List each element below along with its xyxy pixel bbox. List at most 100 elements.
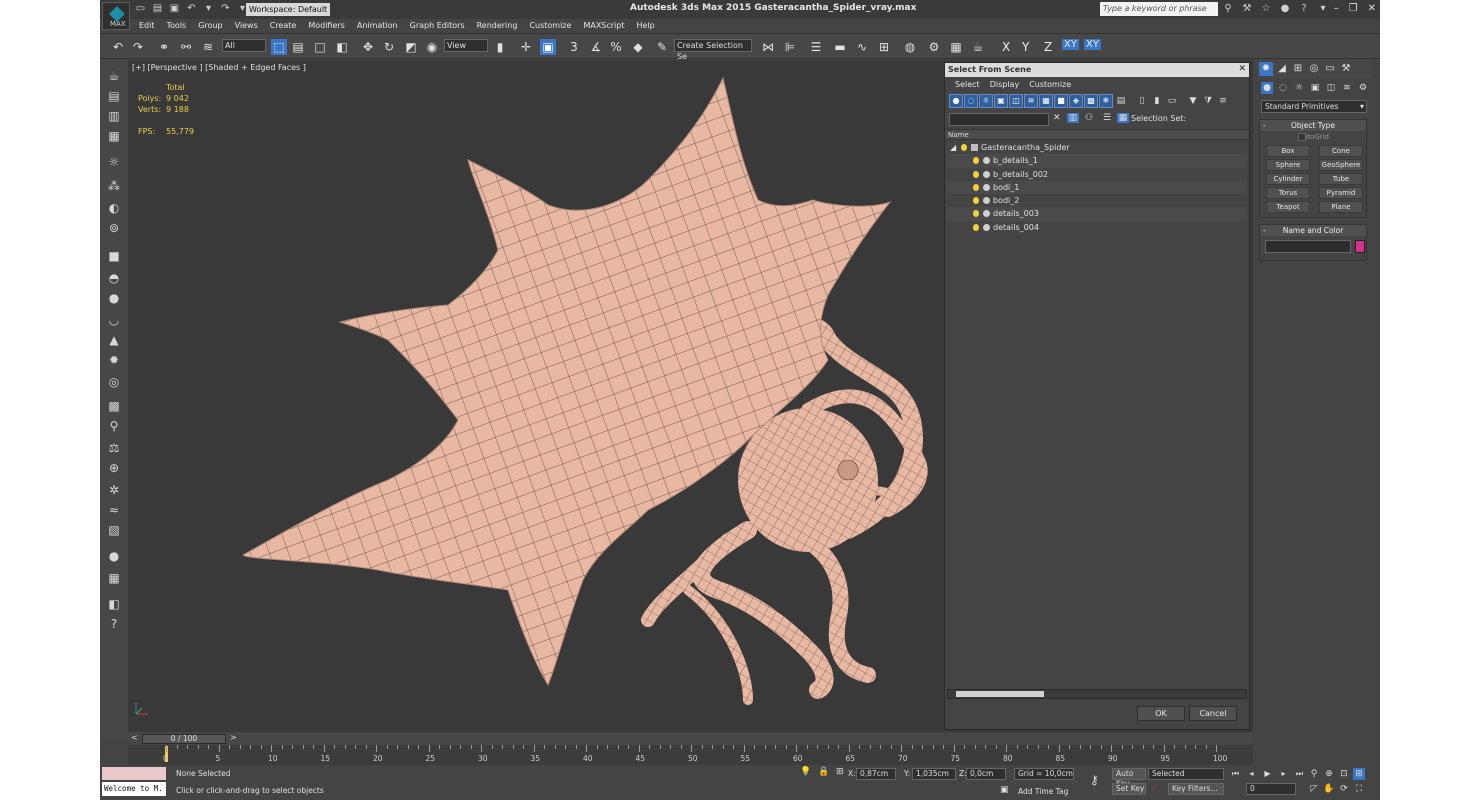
spinner-snap-icon[interactable]: ◆	[630, 39, 646, 55]
key-icon[interactable]: ⚷	[1090, 773, 1099, 787]
primitive-type-dropdown[interactable]: Standard Primitives ▾	[1261, 100, 1367, 113]
select-dependents-icon[interactable]: ⚇	[1085, 113, 1093, 123]
rotate-icon[interactable]: ↻	[381, 39, 397, 55]
transform-mode-icon[interactable]: ⊞	[836, 767, 844, 777]
align-icon[interactable]: ⊫	[782, 39, 798, 55]
bind-space-warp-icon[interactable]: ≋	[200, 39, 216, 55]
checker-icon[interactable]: ▩	[106, 398, 122, 414]
new-file-icon[interactable]: ▭	[134, 3, 147, 15]
workspace-dropdown[interactable]: Workspace: Default	[246, 3, 330, 16]
shaded-sphere-icon[interactable]: ●	[106, 548, 122, 564]
filter-options-icon[interactable]: ⧩	[1201, 94, 1215, 108]
constrain-z-button[interactable]: Z	[1044, 40, 1052, 54]
scale-tool-icon[interactable]: ⚖	[106, 440, 122, 456]
render-setup-icon[interactable]: ⚙	[926, 39, 942, 55]
table-icon[interactable]: ▦	[106, 128, 122, 144]
z-coordinate-field[interactable]: 0,0cm	[966, 768, 1006, 780]
auto-key-button[interactable]: Auto Key	[1112, 768, 1146, 788]
mirror-icon[interactable]: ⋈	[760, 39, 776, 55]
object-color-swatch[interactable]	[1355, 240, 1365, 253]
lights-category-icon[interactable]: ☼	[1293, 82, 1305, 94]
select-by-name-icon[interactable]: ▤	[290, 39, 306, 55]
menu-modifiers[interactable]: Modifiers	[303, 19, 352, 33]
list-item[interactable]: b_details_1	[947, 154, 1247, 168]
menu-help[interactable]: Help	[632, 19, 662, 33]
list-item[interactable]: bodi_1	[947, 180, 1247, 195]
hierarchy-tab-icon[interactable]: ⊞	[1291, 62, 1305, 76]
snaps-toggle-icon[interactable]: 3	[566, 39, 582, 55]
cancel-button[interactable]: Cancel	[1189, 706, 1237, 721]
hemisphere-icon[interactable]: ◓	[106, 270, 122, 286]
maximize-viewport-icon[interactable]: ⛶	[1353, 783, 1365, 795]
sphere-button[interactable]: Sphere	[1266, 159, 1310, 171]
zoom-extents-all-icon[interactable]: ⊞	[1353, 768, 1365, 780]
scale-icon[interactable]: ◩	[403, 39, 419, 55]
display-lights-icon[interactable]: ☼	[979, 94, 993, 108]
sun-icon[interactable]: ✹	[106, 352, 122, 368]
pivot-center-icon[interactable]: ▮	[492, 39, 508, 55]
place-icon[interactable]: ◉	[424, 39, 440, 55]
selection-set-icon[interactable]: ▦	[1117, 113, 1129, 123]
light-bulb-icon[interactable]	[973, 197, 979, 205]
ribbon-icon[interactable]: ▬	[832, 39, 848, 55]
minimize-icon[interactable]: –	[1334, 3, 1339, 14]
percent-snap-icon[interactable]: %	[608, 39, 624, 55]
selection-lock-icon[interactable]: 🔒	[818, 767, 829, 777]
list-item-root[interactable]: ◢ Gasteracantha_Spider	[947, 141, 1247, 154]
orbit-icon[interactable]: ⟳	[1338, 783, 1350, 795]
display-tab-icon[interactable]: ▭	[1323, 62, 1337, 76]
zoom-extents-icon[interactable]: ⊡	[1338, 768, 1350, 780]
light-bulb-icon[interactable]	[961, 144, 967, 151]
menu-tools[interactable]: Tools	[162, 19, 194, 33]
time-next-icon[interactable]: >	[230, 733, 237, 742]
list-item[interactable]: b_details_002	[947, 168, 1247, 181]
pin-icon[interactable]: ⚲	[106, 418, 122, 434]
display-helpers-icon[interactable]: ◫	[1009, 94, 1023, 108]
constrain-xy-plane-button[interactable]: XY	[1084, 39, 1101, 50]
undo-dropdown-icon[interactable]: ▾	[202, 3, 215, 15]
next-frame-icon[interactable]: ▸	[1278, 768, 1289, 779]
systems-category-icon[interactable]: ⚙	[1357, 82, 1369, 94]
motion-tab-icon[interactable]: ◎	[1307, 62, 1321, 76]
selected-dropdown[interactable]: Selected	[1148, 768, 1224, 780]
reference-coordinate-dropdown[interactable]: View	[444, 39, 488, 52]
spray-icon[interactable]: ⁂	[106, 178, 122, 194]
object-name-input[interactable]	[1265, 240, 1351, 253]
display-groups-icon[interactable]: ▦	[1039, 94, 1053, 108]
material-editor-icon[interactable]: ◍	[902, 39, 918, 55]
display-xrefs-icon[interactable]: ■	[1054, 94, 1068, 108]
dock-icon[interactable]: ◧	[106, 596, 122, 612]
dialog-close-icon[interactable]: ✕	[1238, 64, 1246, 74]
spacewarps-category-icon[interactable]: ≋	[1341, 82, 1353, 94]
scrollbar-thumb[interactable]	[956, 691, 1044, 697]
undo-icon[interactable]: ↶	[185, 3, 198, 15]
tube-button[interactable]: Tube	[1319, 173, 1363, 185]
time-tag-icon[interactable]: ▣	[1000, 785, 1009, 795]
isolate-selection-icon[interactable]: 💡	[800, 767, 811, 777]
sphere-primitive-icon[interactable]: ●	[106, 290, 122, 306]
clear-find-icon[interactable]: ✕	[1053, 113, 1061, 123]
binoculars-icon[interactable]: ⚲	[1222, 3, 1234, 15]
filter-icon[interactable]: ▼	[1186, 94, 1200, 108]
current-frame-field[interactable]: 0	[1246, 783, 1296, 795]
rendered-frame-window-icon[interactable]: ▦	[948, 39, 964, 55]
horizontal-scrollbar[interactable]	[947, 689, 1247, 699]
menu-rendering[interactable]: Rendering	[472, 19, 525, 33]
menu-edit[interactable]: Edit	[134, 19, 162, 33]
box-button[interactable]: Box	[1266, 145, 1310, 157]
layer-manager-icon[interactable]: ☰	[808, 39, 824, 55]
set-key-button[interactable]: Set Key	[1112, 783, 1146, 795]
light-bulb-icon[interactable]	[973, 157, 979, 165]
time-slider[interactable]: 0 / 100	[142, 734, 226, 744]
selection-filter-dropdown[interactable]: All	[222, 39, 266, 52]
menu-graph-editors[interactable]: Graph Editors	[405, 19, 472, 33]
ok-button[interactable]: OK	[1137, 706, 1185, 721]
menu-views[interactable]: Views	[230, 19, 265, 33]
undo-icon[interactable]: ↶	[110, 39, 126, 55]
plane-button[interactable]: Plane	[1319, 201, 1363, 213]
constrain-y-button[interactable]: Y	[1022, 40, 1029, 54]
light-bulb-icon[interactable]	[973, 183, 979, 191]
previous-frame-icon[interactable]: ◂	[1246, 768, 1257, 779]
grass-icon[interactable]: ✲	[106, 482, 122, 498]
track-bar[interactable]: 0 5 10 15 20 25 30 35 40 45 50 55 60 65 70 75 80 85 90 95 10…	[128, 745, 1253, 765]
